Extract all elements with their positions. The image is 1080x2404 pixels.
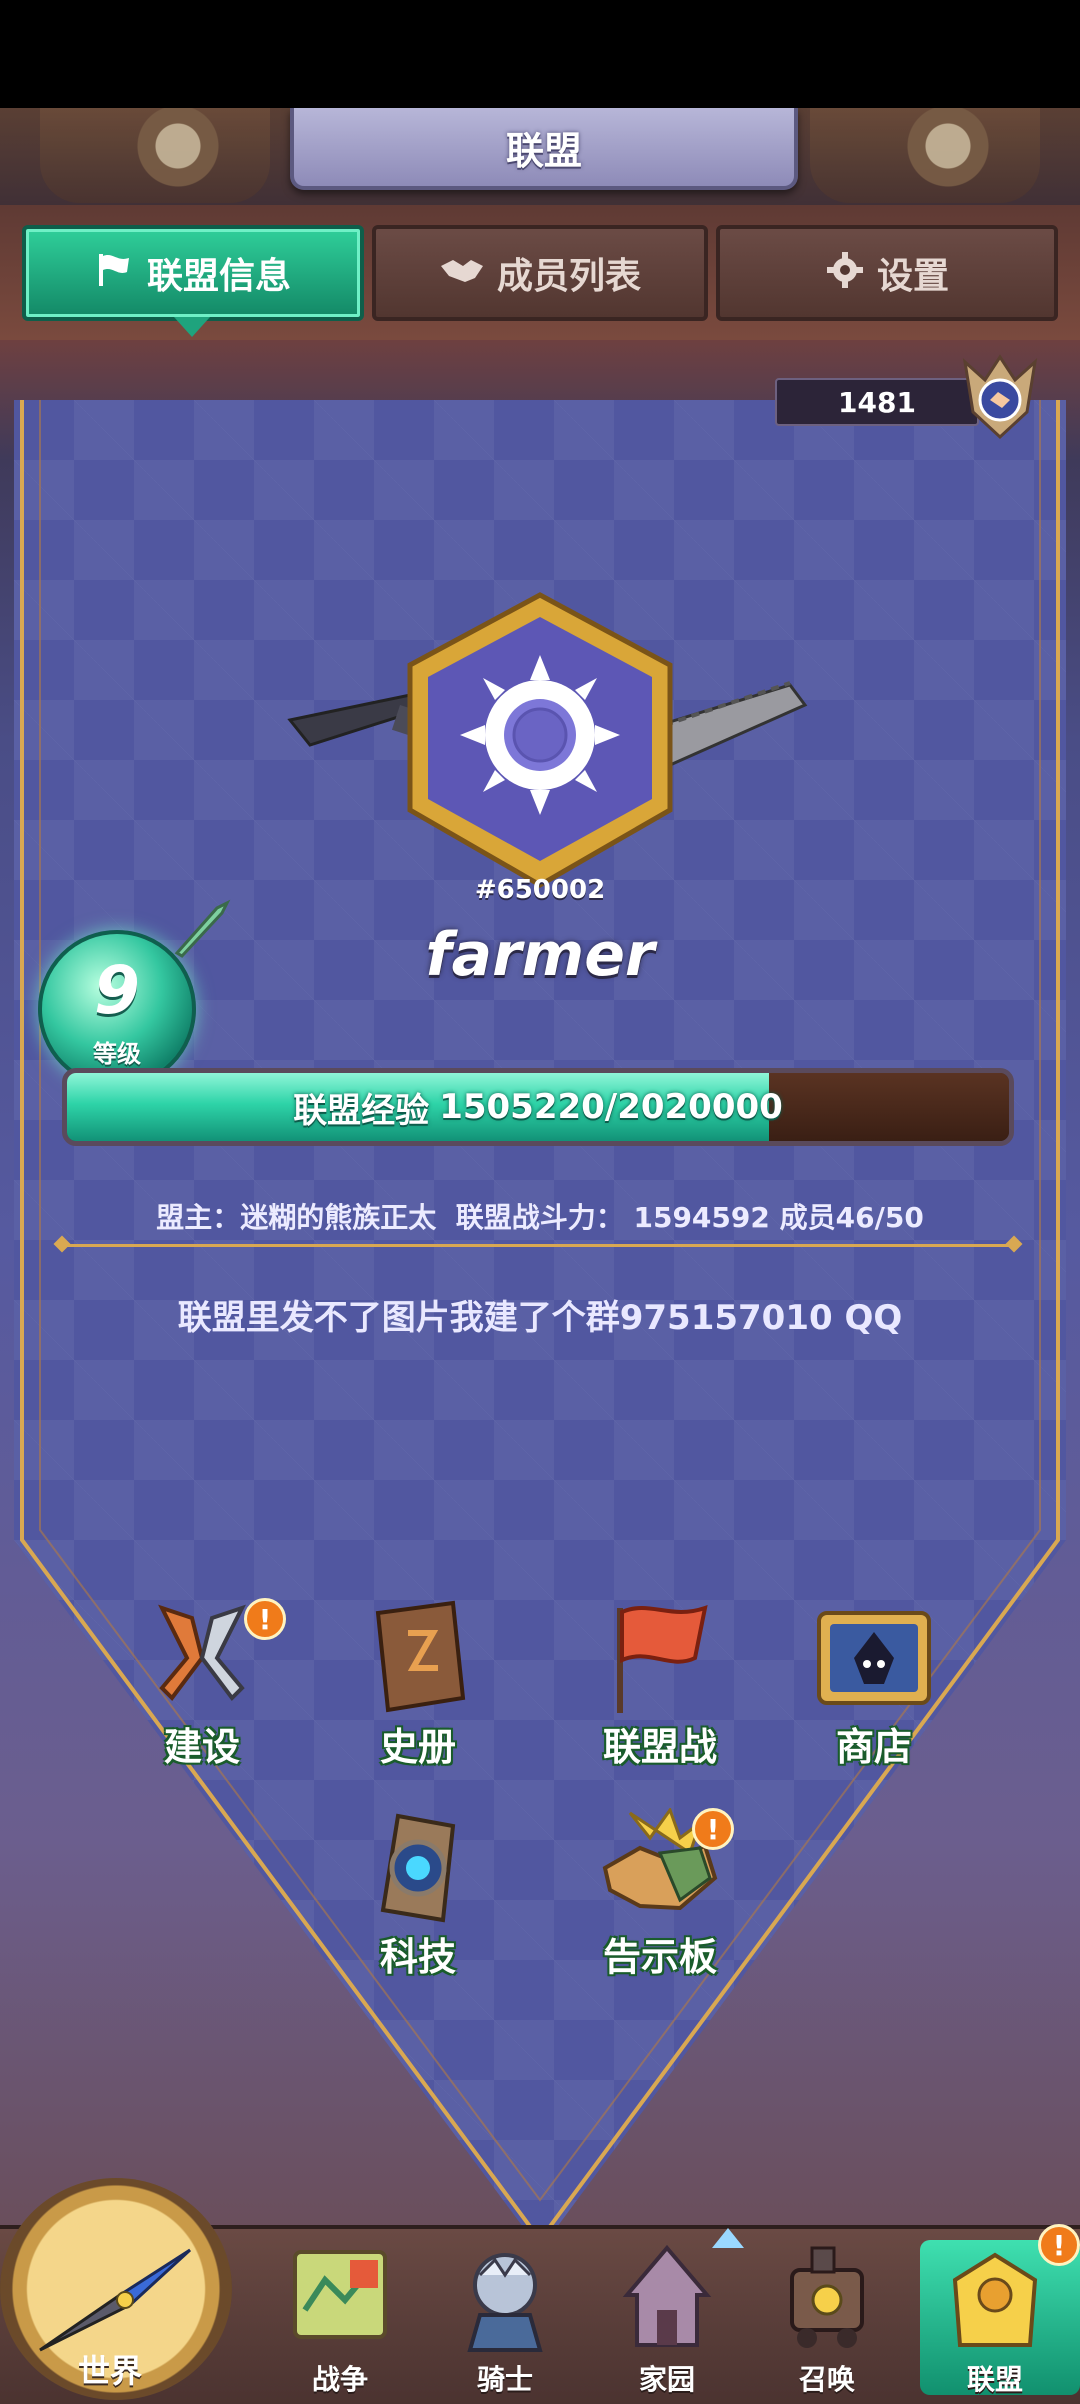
alliance-exp-bar: 联盟经验 1505220/2020000: [62, 1068, 1014, 1146]
nav-summon[interactable]: 召唤: [752, 2240, 902, 2396]
gear-icon: [825, 250, 865, 296]
build-button[interactable]: 建设 !: [112, 1598, 292, 1778]
nav-label: 召唤: [798, 2363, 855, 2396]
red-flag-icon: [617, 1604, 708, 1713]
tab-settings[interactable]: 设置: [716, 225, 1058, 321]
alliance-id: #650002: [474, 875, 606, 905]
tab-bar: 联盟信息 成员列表 设置: [0, 205, 1080, 340]
leader-name: 迷糊的熊族正太: [240, 1201, 437, 1234]
alliance-score: 1481: [775, 378, 979, 426]
alert-badge: !: [1038, 2224, 1080, 2266]
tech-icon: [380, 1813, 456, 1923]
leader-label: 盟主：: [156, 1201, 241, 1234]
sun-gear-icon: [460, 655, 620, 815]
tab-label: 成员列表: [496, 256, 641, 297]
power-label: 联盟战斗力：: [455, 1201, 624, 1234]
active-tab-indicator: [174, 317, 210, 337]
function-label: 联盟战: [602, 1725, 717, 1769]
function-label: 科技: [379, 1935, 456, 1979]
alert-badge: !: [692, 1808, 734, 1850]
knight-icon: [467, 2253, 543, 2352]
alliance-war-button[interactable]: 联盟战: [570, 1598, 750, 1778]
exp-label: 联盟经验: [293, 1090, 430, 1131]
nav-war[interactable]: 战争: [265, 2240, 415, 2396]
house-icon: [622, 2244, 712, 2347]
alliance-emblem: [287, 592, 808, 888]
tab-member-list[interactable]: 成员列表: [372, 225, 708, 321]
book-icon: [375, 1600, 466, 1713]
tech-button[interactable]: 科技: [328, 1808, 508, 1988]
shop-icon: [817, 1611, 931, 1705]
function-label: 告示板: [602, 1935, 717, 1979]
rank-badge-icon[interactable]: [955, 352, 1045, 442]
nav-home[interactable]: 家园: [592, 2240, 742, 2396]
power-value: 1594592: [633, 1201, 770, 1234]
chainsaw-icon: [658, 681, 808, 768]
status-bar: [0, 0, 1080, 108]
header-globe-decoration: [810, 108, 1040, 203]
divider: [64, 1244, 1012, 1247]
level-label: 等级: [93, 1040, 141, 1068]
nav-label: 联盟: [966, 2363, 1023, 2396]
exp-value: 1505220/2020000: [439, 1087, 783, 1127]
alliance-info-line: 盟主：迷糊的熊族正太 联盟战斗力： 1594592 成员46/50: [0, 1196, 1080, 1236]
history-button[interactable]: 史册: [328, 1598, 508, 1778]
members-label: 成员: [779, 1201, 836, 1234]
nav-label: 家园: [638, 2363, 695, 2396]
nav-label: 骑士: [476, 2363, 533, 2396]
map-icon: [293, 2250, 387, 2339]
header: 联盟: [0, 108, 1080, 218]
world-label: 世界: [77, 2352, 142, 2390]
nav-alliance[interactable]: 联盟 !: [920, 2224, 1080, 2396]
members-value: 46/50: [835, 1201, 924, 1234]
alliance-notice: 联盟里发不了图片我建了个群975157010 QQ: [177, 1298, 903, 1338]
function-label: 史册: [379, 1725, 456, 1769]
title-plate: 联盟: [290, 108, 798, 190]
function-label: 商店: [835, 1725, 912, 1769]
notice-board-button[interactable]: 告示板 !: [570, 1808, 750, 1988]
alliance-icon: [952, 2252, 1038, 2347]
alliance-level: 9: [94, 952, 140, 1029]
flag-icon: [95, 250, 135, 296]
compass-needle-icon: [39, 2248, 192, 2352]
nav-label: 战争: [311, 2363, 368, 2396]
shop-button[interactable]: 商店: [784, 1598, 964, 1778]
handshake-icon: [439, 252, 485, 294]
arrow-tip-icon: [174, 899, 231, 958]
train-icon: [790, 2246, 864, 2348]
alert-badge: !: [244, 1598, 286, 1640]
tab-alliance-info[interactable]: 联盟信息: [22, 225, 364, 321]
exp-text: 联盟经验 1505220/2020000: [67, 1073, 1009, 1141]
tab-label: 设置: [876, 256, 949, 297]
nav-knight[interactable]: 骑士: [430, 2240, 580, 2396]
page-title: 联盟: [505, 128, 582, 173]
header-clock-decoration: [40, 108, 270, 203]
function-label: 建设: [163, 1725, 240, 1769]
tab-label: 联盟信息: [146, 256, 291, 297]
